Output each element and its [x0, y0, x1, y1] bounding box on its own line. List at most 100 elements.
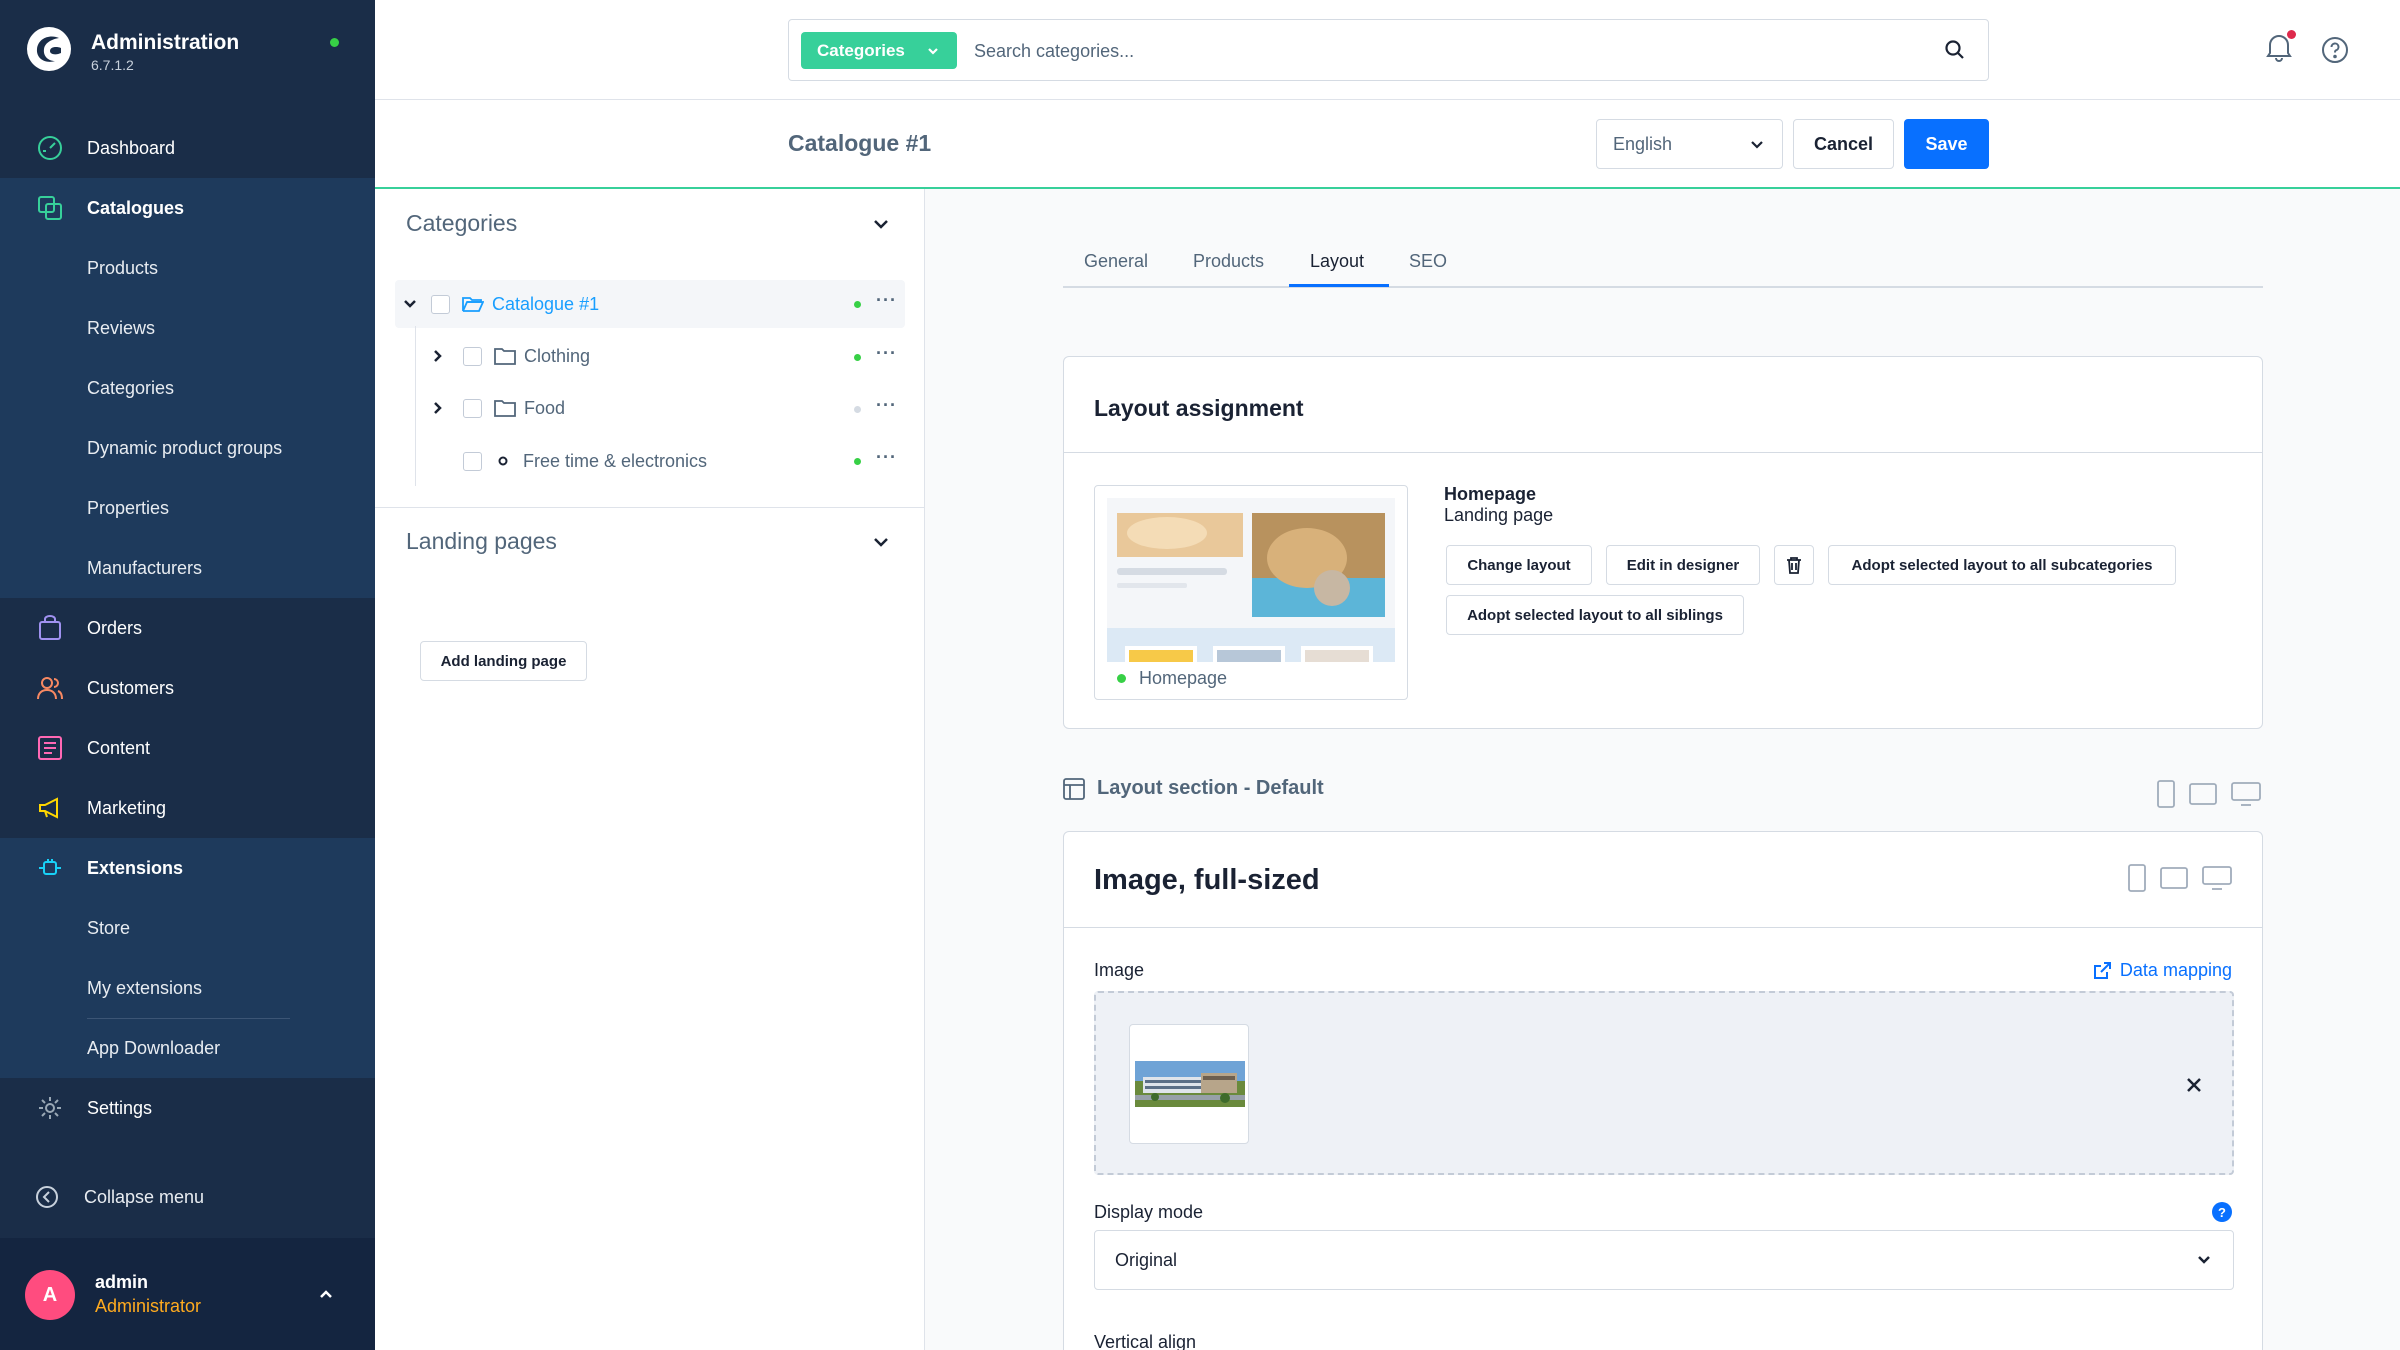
nav-manufacturers[interactable]: Manufacturers [0, 538, 375, 598]
folder-icon [494, 348, 516, 365]
nav-customers[interactable]: Customers [0, 658, 375, 718]
nav-my-extensions[interactable]: My extensions [0, 958, 375, 1018]
nav-store[interactable]: Store [0, 898, 375, 958]
plug-icon [35, 853, 65, 883]
mobile-icon[interactable] [2157, 780, 2175, 808]
nav-orders[interactable]: Orders [0, 598, 375, 658]
nav-categories[interactable]: Categories [0, 358, 375, 418]
more-actions-icon[interactable]: ··· [876, 290, 897, 311]
search-type-label: Categories [817, 40, 905, 60]
nav-dynamic-product-groups[interactable]: Dynamic product groups [0, 418, 375, 478]
image-dropzone[interactable] [1094, 991, 2234, 1175]
search-icon[interactable] [1944, 39, 1966, 61]
active-status-dot [1117, 674, 1126, 683]
search-type-dropdown[interactable]: Categories [801, 32, 957, 69]
folder-icon [494, 400, 516, 417]
catalogues-section: Catalogues Products Reviews Categories D… [0, 178, 375, 598]
remove-image-button[interactable] [2186, 1073, 2202, 1099]
delete-layout-button[interactable] [1774, 545, 1814, 585]
chevron-right-icon[interactable] [433, 349, 443, 363]
gauge-icon [35, 133, 65, 163]
save-button[interactable]: Save [1904, 119, 1989, 169]
layout-name: Homepage [1444, 484, 1537, 504]
nav-extensions-label: Extensions [87, 857, 184, 878]
data-mapping-link[interactable]: Data mapping [2092, 960, 2232, 981]
chevron-down-icon [2198, 1256, 2210, 1264]
display-mode-label: Display mode [1094, 1202, 1204, 1222]
more-actions-icon[interactable]: ··· [876, 343, 897, 364]
tab-general[interactable]: General [1084, 251, 1148, 272]
nav-settings[interactable]: Settings [0, 1078, 375, 1138]
display-mode-select[interactable]: Original [1094, 1230, 2234, 1290]
card-header-divider [1064, 927, 2262, 928]
chevron-down-icon[interactable] [403, 299, 417, 309]
nav-marketing[interactable]: Marketing [0, 778, 375, 838]
trash-icon [1787, 557, 1801, 574]
desktop-icon[interactable] [2202, 866, 2232, 890]
user-panel[interactable]: A admin Administrator [0, 1238, 375, 1350]
layout-preview-image [1107, 498, 1395, 662]
more-actions-icon[interactable]: ··· [876, 447, 897, 468]
adopt-to-siblings-button[interactable]: Adopt selected layout to all siblings [1446, 595, 1744, 635]
layout-section-header: Layout section - Default [1063, 777, 1324, 800]
collapse-menu-label: Collapse menu [84, 1186, 205, 1207]
tab-seo[interactable]: SEO [1409, 251, 1447, 272]
change-layout-button[interactable]: Change layout [1446, 545, 1592, 585]
page-title: Catalogue #1 [788, 130, 932, 156]
tablet-icon[interactable] [2160, 867, 2188, 889]
tab-layout[interactable]: Layout [1310, 251, 1364, 272]
element-device-visibility [2128, 864, 2232, 892]
chevron-down-icon[interactable] [873, 218, 889, 230]
search-input[interactable] [974, 36, 1874, 66]
tree-item-free-time[interactable]: Free time & electronics [463, 437, 707, 485]
tree-item-catalogue[interactable]: Catalogue #1 [395, 280, 905, 328]
nav-reviews[interactable]: Reviews [0, 298, 375, 358]
active-status-dot [854, 301, 861, 308]
tab-products[interactable]: Products [1193, 251, 1264, 272]
chevron-right-icon[interactable] [433, 401, 443, 415]
nav-app-downloader[interactable]: App Downloader [0, 1018, 375, 1078]
nav-orders-label: Orders [87, 617, 143, 638]
mobile-icon[interactable] [2128, 864, 2146, 892]
nav-customers-label: Customers [87, 677, 175, 698]
cancel-button[interactable]: Cancel [1793, 119, 1894, 169]
tree-item-clothing[interactable]: Clothing [433, 332, 590, 380]
layout-preview-label: Homepage [1139, 668, 1228, 688]
nav-properties[interactable]: Properties [0, 478, 375, 538]
more-actions-icon[interactable]: ··· [876, 395, 897, 416]
nav-extensions[interactable]: Extensions [0, 838, 375, 898]
tree-checkbox[interactable] [463, 346, 482, 366]
notifications-button[interactable] [2265, 30, 2296, 67]
layout-preview[interactable]: Homepage [1094, 485, 1408, 700]
help-tooltip-icon[interactable]: ? [2212, 1202, 2232, 1222]
image-thumbnail[interactable] [1129, 1024, 1249, 1144]
nav-products[interactable]: Products [0, 238, 375, 298]
user-name: admin [95, 1272, 149, 1292]
tree-item-food[interactable]: Food [433, 384, 565, 432]
nav-dashboard[interactable]: Dashboard [0, 118, 375, 178]
gear-icon [35, 1093, 65, 1123]
tree-item-label: Catalogue #1 [492, 293, 600, 314]
desktop-icon[interactable] [2231, 782, 2261, 806]
extensions-section: Extensions Store My extensions App Downl… [0, 838, 375, 1078]
chevron-up-icon[interactable] [316, 1284, 336, 1304]
chevron-down-icon[interactable] [873, 536, 889, 548]
adopt-to-subcategories-button[interactable]: Adopt selected layout to all subcategori… [1828, 545, 2176, 585]
tree-checkbox[interactable] [463, 398, 482, 418]
display-mode-value: Original [1115, 1249, 1178, 1270]
edit-in-designer-button[interactable]: Edit in designer [1606, 545, 1760, 585]
language-switch[interactable]: English [1596, 119, 1783, 169]
tree-checkbox[interactable] [463, 451, 482, 471]
add-landing-page-button[interactable]: Add landing page [420, 641, 587, 681]
global-search: Categories [788, 19, 1989, 81]
tree-checkbox[interactable] [431, 294, 450, 314]
nav-content[interactable]: Content [0, 718, 375, 778]
user-role: Administrator [95, 1296, 202, 1316]
collapse-menu-button[interactable]: Collapse menu [0, 1167, 375, 1227]
nav-settings-label: Settings [87, 1097, 153, 1118]
help-icon[interactable] [2321, 36, 2349, 64]
nav-catalogues[interactable]: Catalogues [0, 178, 375, 238]
tablet-icon[interactable] [2189, 783, 2217, 805]
external-link-icon [2093, 961, 2111, 979]
panel-divider [375, 507, 925, 508]
